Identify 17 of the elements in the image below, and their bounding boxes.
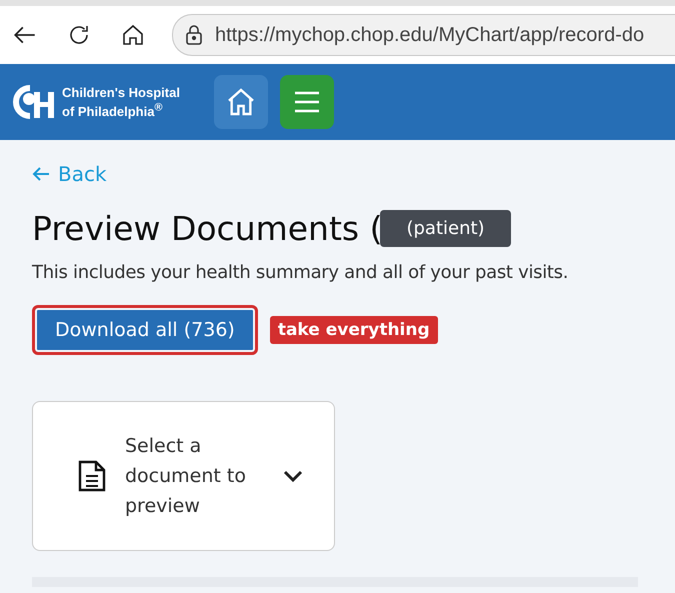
download-all-button[interactable]: Download all (736) [32,305,258,355]
lock-icon [185,25,203,45]
menu-icon [293,90,321,114]
document-select[interactable]: Select a document to preview [32,401,335,551]
home-icon [225,86,257,118]
logo-text: Children's Hospital of Philadelphia$^{®}$ [62,85,181,119]
menu-button[interactable] [280,75,334,129]
page-title: Preview Documents ( [32,209,382,248]
document-icon [77,459,107,493]
logo-icon [12,84,56,120]
url-text: https://mychop.chop.edu/MyChart/app/record-do [215,24,644,46]
redaction-label: (patient) [380,210,511,247]
back-arrow-icon [32,165,50,183]
description-text: This includes your health summary and all of your past visits. [32,262,570,283]
home-button[interactable] [214,75,268,129]
annotation-label: take everything [270,316,438,344]
address-bar[interactable]: https://mychop.chop.edu/MyChart/app/record-do [172,14,675,56]
